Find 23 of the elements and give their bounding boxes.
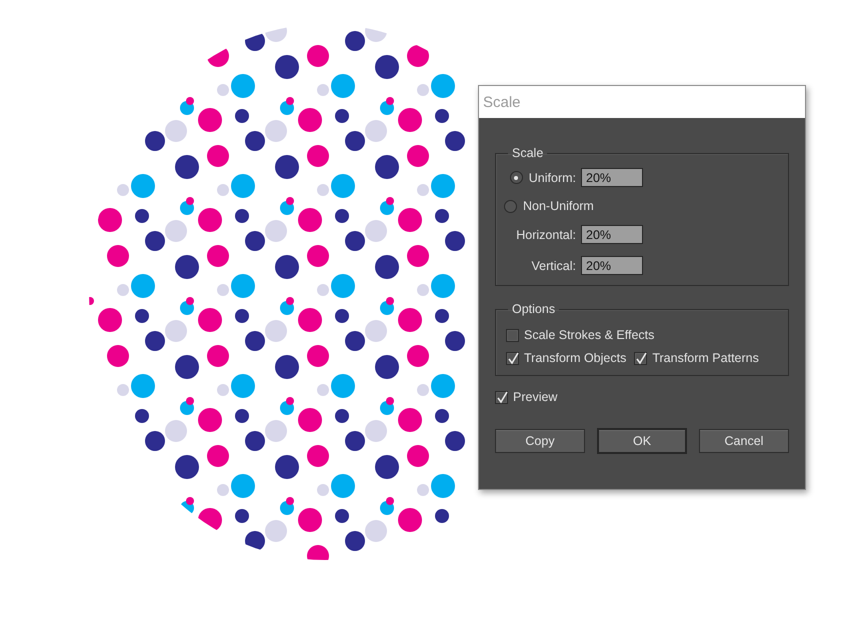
percent-field[interactable]: 20%	[581, 256, 643, 275]
checkbox[interactable]	[634, 352, 648, 364]
checkbox-label[interactable]: Preview	[513, 390, 558, 404]
checkbox[interactable]	[506, 328, 519, 342]
dialog-button[interactable]: OK	[597, 428, 687, 454]
percent-field[interactable]: 20%	[581, 225, 643, 244]
radio-button[interactable]	[504, 200, 517, 212]
field-label: Vertical:	[532, 258, 576, 272]
field-label: Horizontal:	[516, 228, 576, 242]
radio-button[interactable]	[510, 171, 523, 184]
percent-field[interactable]: 20%	[581, 168, 643, 187]
group-label: Scale	[511, 146, 544, 160]
checkbox[interactable]	[495, 390, 508, 404]
checkbox-label[interactable]: Scale Strokes & Effects	[524, 328, 654, 342]
checkbox-label[interactable]: Transform Patterns	[652, 351, 759, 365]
radio-label[interactable]: Uniform:	[528, 170, 576, 184]
checkbox[interactable]	[506, 352, 519, 364]
dialog-title: Scale	[479, 86, 805, 118]
dialog-button[interactable]: Cancel	[699, 428, 789, 452]
checkbox-label[interactable]: Transform Objects	[524, 351, 626, 365]
radio-label[interactable]: Non-Uniform	[523, 199, 594, 213]
group-label: Options	[511, 302, 556, 316]
dialog-button[interactable]: Copy	[495, 428, 585, 452]
